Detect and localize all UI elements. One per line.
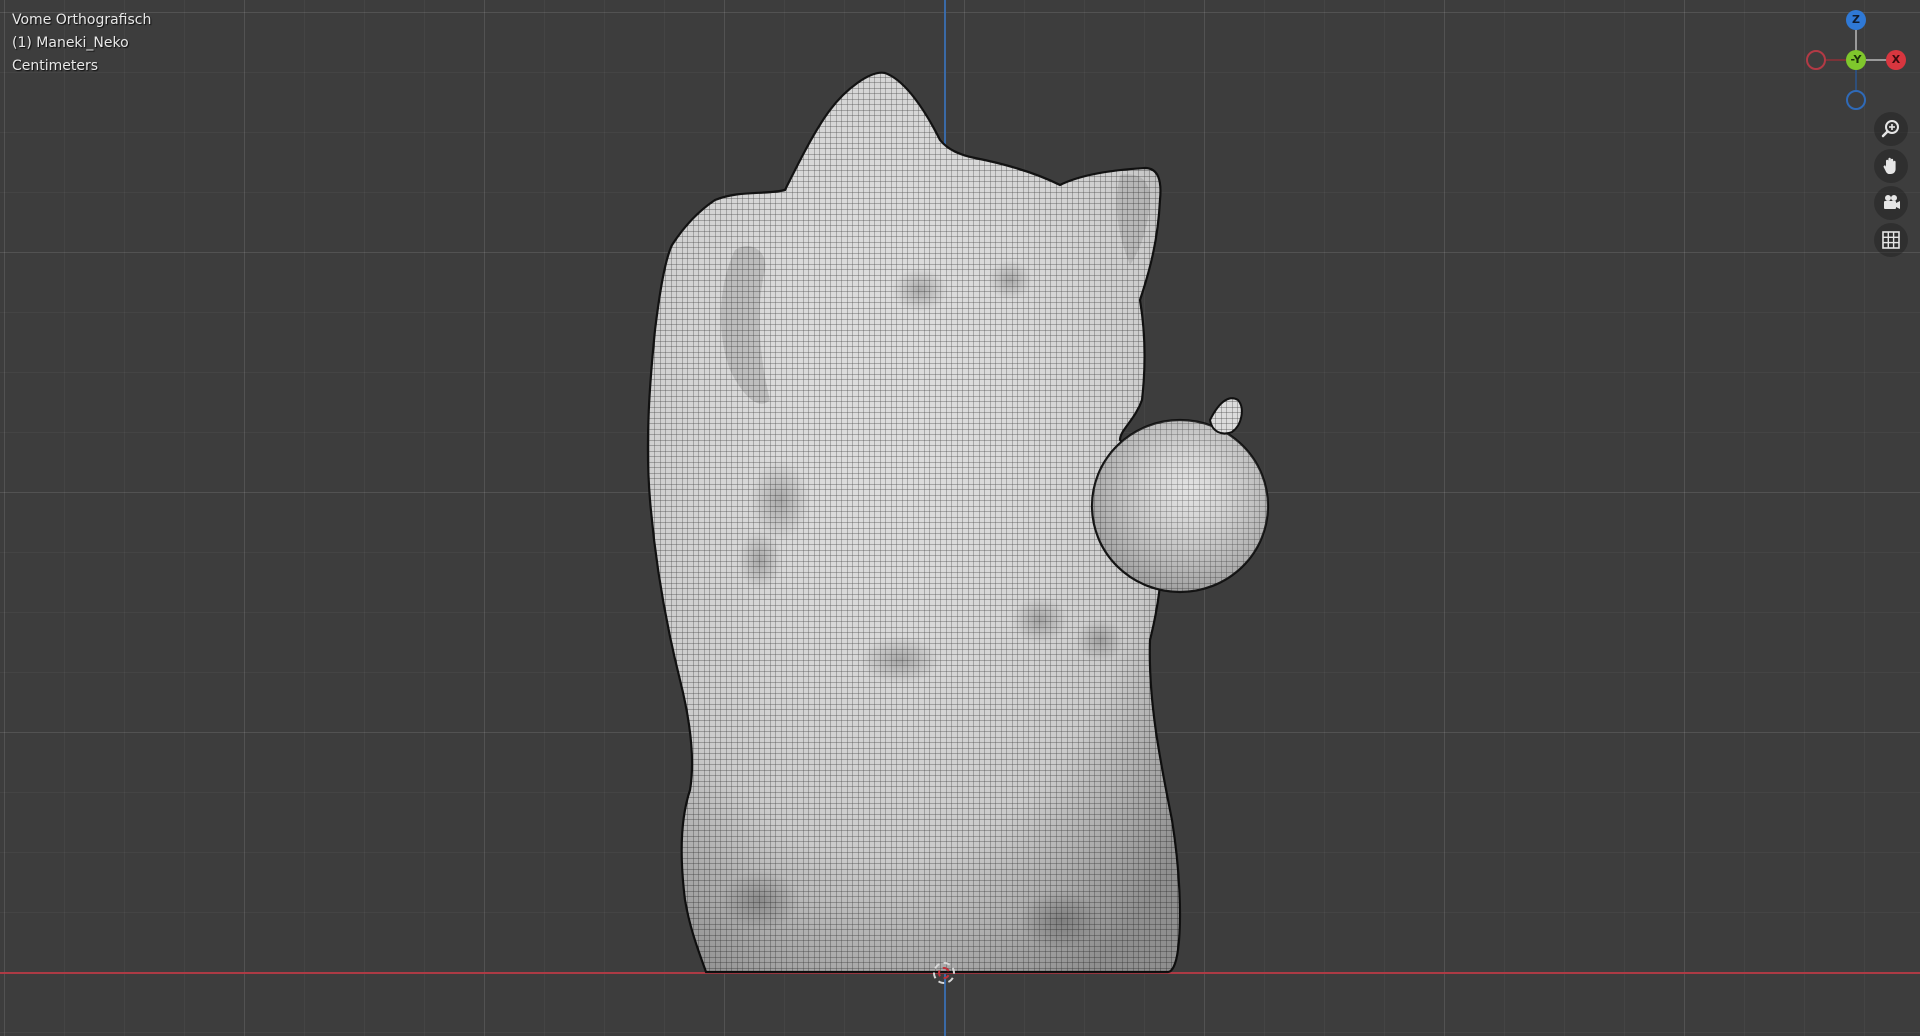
- grid-icon: [1882, 231, 1900, 249]
- navigation-gizmo[interactable]: Z X -Y: [1800, 8, 1910, 112]
- maneki-neko-mesh[interactable]: [0, 0, 1920, 1036]
- zoom-button[interactable]: [1874, 112, 1908, 146]
- 3d-viewport[interactable]: Vome Orthografisch (1) Maneki_Neko Centi…: [0, 0, 1920, 1036]
- origin-marker-inner: [938, 967, 950, 979]
- pan-button[interactable]: [1874, 149, 1908, 183]
- gizmo-neg-y-axis-button[interactable]: -Y: [1846, 50, 1866, 70]
- gizmo-z-axis-button[interactable]: Z: [1846, 10, 1866, 30]
- gizmo-neg-x-axis-button[interactable]: [1806, 50, 1826, 70]
- gizmo-neg-z-axis-button[interactable]: [1846, 90, 1866, 110]
- zoom-in-icon: [1881, 120, 1899, 138]
- object-origin-marker: [933, 962, 955, 984]
- camera-icon: [1884, 195, 1900, 209]
- units-label: Centimeters: [12, 58, 99, 74]
- gizmo-z-stem: [1855, 30, 1857, 52]
- gizmo-negz-stem: [1855, 70, 1857, 90]
- hand-icon: [1883, 157, 1896, 174]
- viewport-info-overlay: Vome Orthografisch (1) Maneki_Neko Centi…: [12, 9, 151, 78]
- object-name-label: (1) Maneki_Neko: [12, 35, 129, 51]
- view-name-label: Vome Orthografisch: [12, 12, 152, 28]
- gizmo-x-axis-button[interactable]: X: [1886, 50, 1906, 70]
- ortho-toggle-button[interactable]: [1874, 223, 1908, 257]
- gizmo-negx-stem: [1824, 59, 1846, 61]
- gizmo-x-stem: [1866, 59, 1888, 61]
- camera-view-button[interactable]: [1874, 186, 1908, 220]
